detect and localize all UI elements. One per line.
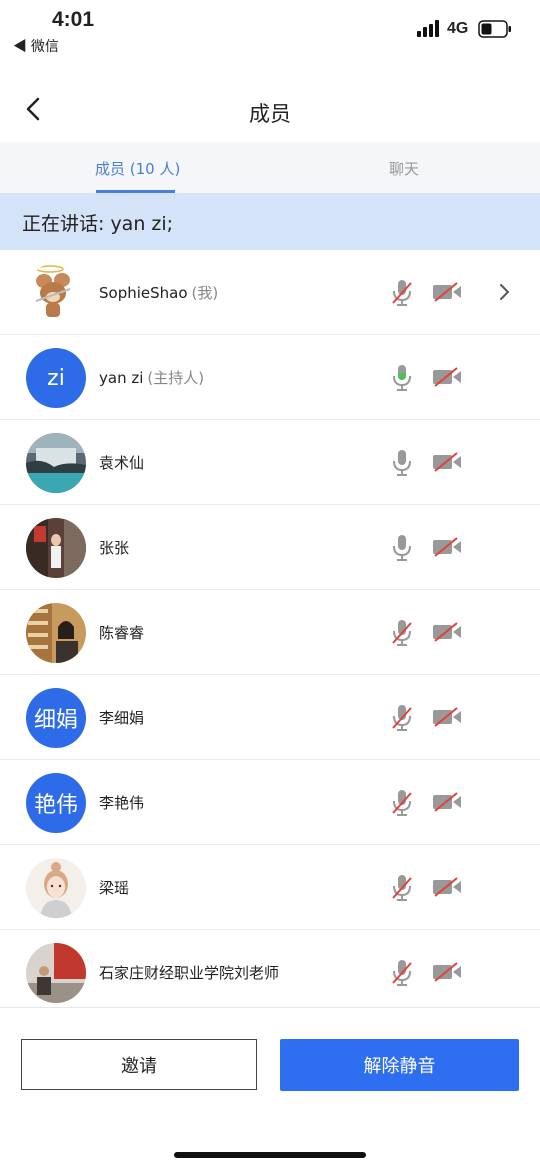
member-row[interactable]: 石家庄财经职业学院刘老师 [0, 930, 540, 1015]
speaking-text: 正在讲话: yan zi; [22, 213, 174, 235]
avatar [26, 603, 86, 663]
avatar: 细娟 [26, 688, 86, 748]
status-bar: 4:01 ◀ 微信 4G [0, 0, 540, 60]
member-row[interactable]: SophieShao (我) [0, 250, 540, 335]
battery-icon [478, 20, 511, 38]
tab-bar: 成员 (10 人) 聊天 [0, 142, 540, 193]
camera-off-icon[interactable] [432, 281, 462, 303]
member-list: SophieShao (我) zi yan zi (主持人) 袁术仙 张张 陈睿… [0, 250, 540, 1015]
invite-button[interactable]: 邀请 [21, 1039, 257, 1090]
member-role: (主持人) [147, 369, 205, 387]
mic-muted-icon[interactable] [390, 958, 414, 988]
mic-icon[interactable] [390, 533, 414, 563]
mic-speaking-icon[interactable] [390, 363, 414, 393]
back-to-app-link[interactable]: ◀ 微信 [13, 36, 59, 56]
man-outdoor-avatar [26, 943, 86, 1003]
member-name: 梁瑶 [99, 879, 130, 897]
tab-members[interactable]: 成员 (10 人) [95, 158, 180, 179]
home-indicator[interactable] [174, 1152, 366, 1158]
member-name: yan zi (主持人) [99, 369, 205, 387]
member-row[interactable]: 艳伟 李艳伟 [0, 760, 540, 845]
mic-muted-icon[interactable] [390, 278, 414, 308]
mic-muted-icon[interactable] [390, 788, 414, 818]
member-name: 李细娟 [99, 709, 145, 727]
signal-icon [417, 20, 439, 37]
avatar [26, 858, 86, 918]
woman-bookshelf-avatar [26, 603, 86, 663]
camera-off-icon[interactable] [432, 621, 462, 643]
member-role: (我) [191, 284, 219, 302]
avatar [26, 263, 86, 323]
cartoon-mouse-avatar [26, 263, 86, 323]
avatar [26, 433, 86, 493]
member-row[interactable]: 张张 [0, 505, 540, 590]
camera-off-icon[interactable] [432, 961, 462, 983]
member-name: SophieShao (我) [99, 284, 219, 302]
nav-bar: 成员 [0, 60, 540, 143]
member-name: 张张 [99, 539, 130, 557]
member-name: 李艳伟 [99, 794, 145, 812]
camera-off-icon[interactable] [432, 791, 462, 813]
waterfall-avatar [26, 433, 86, 493]
mic-muted-icon[interactable] [390, 618, 414, 648]
speaking-banner: 正在讲话: yan zi; [0, 193, 540, 250]
member-row[interactable]: 梁瑶 [0, 845, 540, 930]
camera-off-icon[interactable] [432, 366, 462, 388]
tab-chat[interactable]: 聊天 [389, 158, 419, 179]
member-row[interactable]: 陈睿睿 [0, 590, 540, 675]
avatar [26, 943, 86, 1003]
member-row[interactable]: 细娟 李细娟 [0, 675, 540, 760]
network-type: 4G [447, 20, 469, 37]
mic-icon[interactable] [390, 448, 414, 478]
camera-off-icon[interactable] [432, 876, 462, 898]
unmute-button[interactable]: 解除静音 [280, 1039, 519, 1091]
member-name: 陈睿睿 [99, 624, 145, 642]
avatar [26, 518, 86, 578]
mic-muted-icon[interactable] [390, 703, 414, 733]
page-title: 成员 [249, 102, 291, 126]
member-row[interactable]: 袁术仙 [0, 420, 540, 505]
camera-off-icon[interactable] [432, 451, 462, 473]
camera-off-icon[interactable] [432, 536, 462, 558]
illustrated-girl-avatar [26, 858, 86, 918]
footer-actions: 邀请 解除静音 [0, 1007, 540, 1170]
camera-off-icon[interactable] [432, 706, 462, 728]
member-name: 袁术仙 [99, 454, 145, 472]
status-time: 4:01 [52, 8, 95, 31]
street-photo-avatar [26, 518, 86, 578]
chevron-right-icon[interactable] [497, 283, 511, 301]
member-name: 石家庄财经职业学院刘老师 [99, 964, 280, 982]
avatar: 艳伟 [26, 773, 86, 833]
mic-muted-icon[interactable] [390, 873, 414, 903]
member-row[interactable]: zi yan zi (主持人) [0, 335, 540, 420]
avatar: zi [26, 348, 86, 408]
